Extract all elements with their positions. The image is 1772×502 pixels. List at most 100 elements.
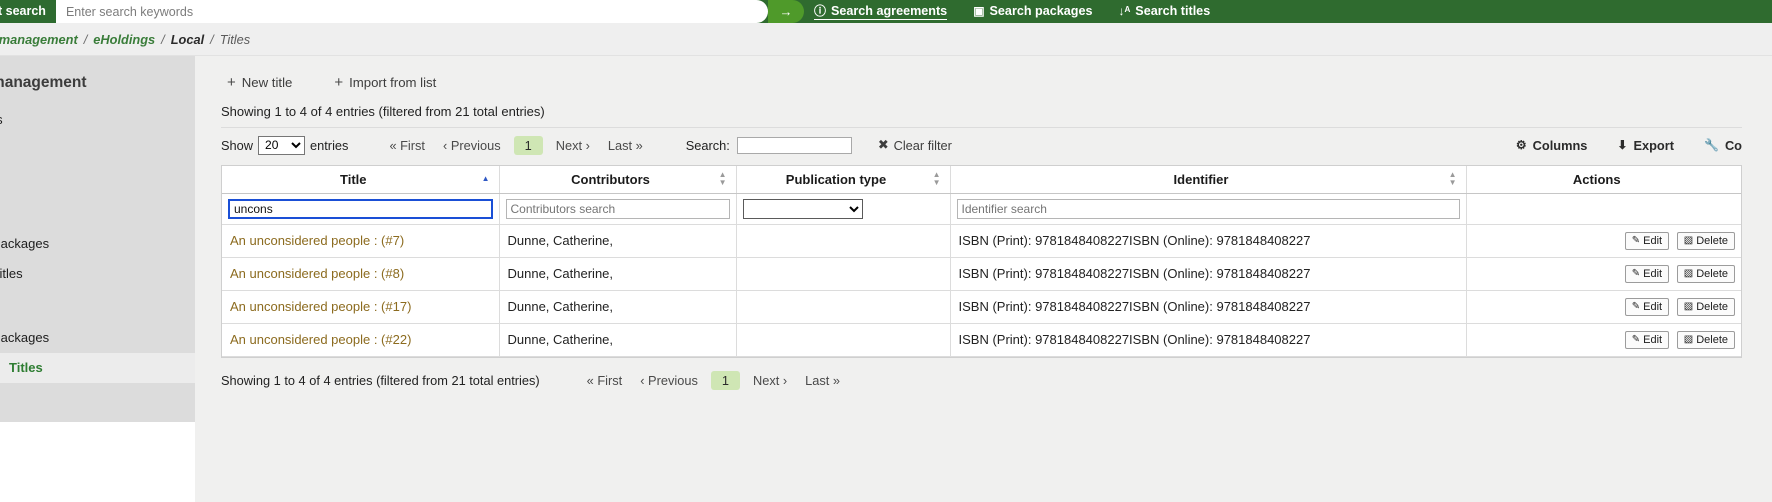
sidebar-title: e management [0,74,195,92]
main-content: + New title + Import from list Showing 1… [195,56,1772,502]
close-icon: ✖ [878,137,889,153]
column-header-title[interactable]: Title ▲ [222,166,499,193]
pencil-icon: ✎ [1632,235,1640,246]
filter-input-title[interactable] [228,199,493,219]
export-button[interactable]: ⬇ Export [1617,138,1674,153]
column-header-publication-type[interactable]: Publication type ▲▼ [736,166,950,193]
sidebar-item-agreements[interactable]: ents [0,105,195,135]
cell-contributors: Dunne, Catherine, [499,224,736,257]
cell-contributors: Dunne, Catherine, [499,290,736,323]
wrench-icon: 🔧 [1704,138,1719,152]
titles-table: Title ▲ Contributors ▲▼ Publication type… [222,166,1741,357]
sidebar-item-licenses[interactable]: s [0,135,195,165]
column-header-identifier[interactable]: Identifier ▲▼ [950,166,1466,193]
delete-button[interactable]: ▧ Delete [1677,298,1735,316]
entries-label: entries [310,138,348,153]
sidebar-group-local[interactable]: l [0,293,195,323]
clear-filter-button[interactable]: ✖ Clear filter [878,137,952,153]
breadcrumb-item-resource-management[interactable]: rce management [0,32,78,47]
filter-input-identifier[interactable] [957,199,1460,219]
sidebar-item-local-packages[interactable]: Packages [0,323,195,353]
filter-cell-title [222,193,499,224]
link-search-titles[interactable]: ↓ᴬ Search titles [1118,4,1210,19]
import-from-list-button[interactable]: + Import from list [328,74,442,91]
sidebar-group-eholdings[interactable]: gs [0,169,195,199]
pencil-icon: ✎ [1632,301,1640,312]
sort-both-icon: ▲▼ [719,171,727,187]
sidebar-item-ebsco-packages[interactable]: Packages [0,229,195,259]
show-label: Show [221,138,253,153]
pagination-last-bottom[interactable]: Last » [796,371,849,390]
pagination-last[interactable]: Last » [599,136,652,155]
edit-button[interactable]: ✎ Edit [1625,331,1669,349]
filter-cell-publication-type [736,193,950,224]
title-link[interactable]: An unconsidered people : (#8) [230,266,404,281]
cell-publication-type [736,224,950,257]
column-header-actions-label: Actions [1573,172,1621,187]
edit-button[interactable]: ✎ Edit [1625,232,1669,250]
delete-label: Delete [1696,235,1728,247]
page-length-select[interactable]: 201050100 [258,136,305,155]
cell-publication-type [736,290,950,323]
breadcrumb: rce management / eHoldings / Local / Tit… [0,32,250,47]
filter-select-publication-type[interactable] [743,199,863,219]
search-scope-pill[interactable]: t search [0,0,60,23]
edit-label: Edit [1643,301,1662,313]
new-title-button[interactable]: + New title [221,74,298,91]
search-submit-button[interactable]: → [768,0,804,23]
breadcrumb-item-eholdings[interactable]: eHoldings [93,32,155,47]
link-search-agreements[interactable]: ⓘ Search agreements [814,4,947,20]
link-search-packages-label: Search packages [990,4,1093,18]
showing-entries-top: Showing 1 to 4 of 4 entries (filtered fr… [221,104,1772,119]
pagination-first[interactable]: « First [380,136,434,155]
table-row: An unconsidered people : (#8) Dunne, Cat… [222,257,1741,290]
pagination-previous-bottom[interactable]: ‹ Previous [631,371,707,390]
title-link[interactable]: An unconsidered people : (#22) [230,332,411,347]
pagination-page-1-bottom[interactable]: 1 [711,371,740,390]
delete-button[interactable]: ▧ Delete [1677,331,1735,349]
filter-input-contributors[interactable] [506,199,730,219]
title-link[interactable]: An unconsidered people : (#7) [230,233,404,248]
column-header-actions: Actions [1466,166,1741,193]
column-header-contributors[interactable]: Contributors ▲▼ [499,166,736,193]
sidebar-item-local-titles[interactable]: Titles [0,353,195,383]
table-search-input[interactable] [737,137,852,154]
global-search-input[interactable] [56,0,768,23]
package-icon: ▣ [973,5,984,17]
cell-contributors: Dunne, Catherine, [499,323,736,356]
delete-button[interactable]: ▧ Delete [1677,232,1735,250]
cell-title: An unconsidered people : (#22) [222,323,499,356]
breadcrumb-separator: / [161,32,165,47]
pagination-previous[interactable]: ‹ Previous [434,136,510,155]
edit-button[interactable]: ✎ Edit [1625,265,1669,283]
pagination-next-bottom[interactable]: Next › [744,371,796,390]
import-from-list-label: Import from list [349,75,436,90]
columns-label: Columns [1533,138,1588,153]
sidebar-item-ebsco[interactable]: CO [0,199,195,229]
sidebar-footer-spacer [0,404,195,422]
breadcrumb-bar: rce management / eHoldings / Local / Tit… [0,23,1772,56]
pagination-bottom: « First ‹ Previous 1 Next › Last » [578,371,849,390]
sort-both-icon: ▲▼ [933,171,941,187]
check-circle-icon: ⓘ [814,5,826,17]
configure-button[interactable]: 🔧 Co [1704,138,1742,153]
edit-label: Edit [1643,334,1662,346]
cell-publication-type [736,323,950,356]
pagination-first-bottom[interactable]: « First [578,371,632,390]
sidebar-item-ebsco-titles[interactable]: Titles [0,259,195,289]
title-link[interactable]: An unconsidered people : (#17) [230,299,411,314]
filter-cell-contributors [499,193,736,224]
pagination-next[interactable]: Next › [547,136,599,155]
pagination-page-1[interactable]: 1 [514,136,543,155]
cell-title: An unconsidered people : (#8) [222,257,499,290]
link-search-titles-label: Search titles [1135,4,1210,18]
edit-button[interactable]: ✎ Edit [1625,298,1669,316]
delete-button[interactable]: ▧ Delete [1677,265,1735,283]
columns-button[interactable]: ⚙ Columns [1516,138,1588,153]
global-search-bar: t search → ⓘ Search agreements ▣ Search … [0,0,1772,23]
trash-icon: ▧ [1684,235,1693,246]
pencil-icon: ✎ [1632,268,1640,279]
link-search-packages[interactable]: ▣ Search packages [973,4,1092,19]
breadcrumb-item-local[interactable]: Local [171,32,204,47]
table-header-row: Title ▲ Contributors ▲▼ Publication type… [222,166,1741,193]
